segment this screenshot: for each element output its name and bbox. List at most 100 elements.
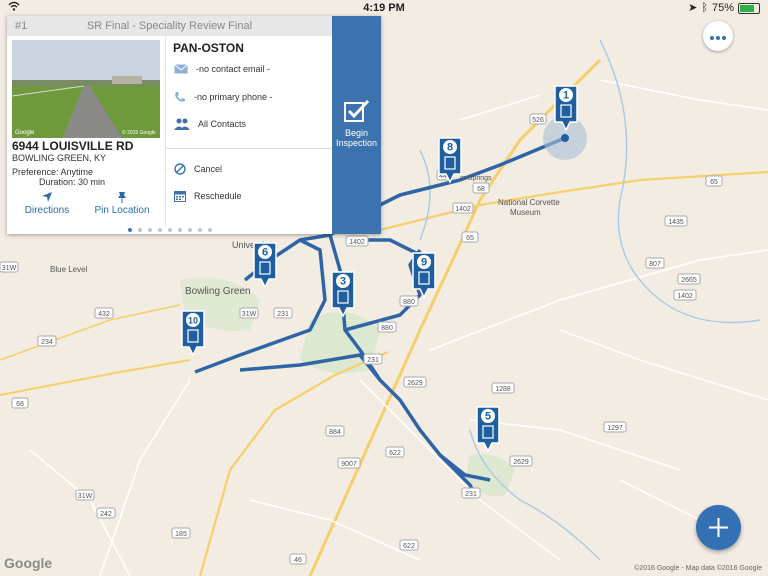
route-shield: 807: [645, 257, 665, 269]
svg-text:432: 432: [98, 311, 110, 318]
inspection-card[interactable]: #1 SR Final - Speciality Review Final Go…: [7, 16, 381, 234]
route-shield: 31W: [239, 307, 259, 319]
route-shield: 2629: [403, 376, 427, 388]
svg-text:880: 880: [381, 325, 393, 332]
page-dot[interactable]: [197, 227, 202, 232]
svg-text:242: 242: [100, 511, 112, 518]
svg-text:622: 622: [389, 450, 401, 457]
route-shield: 231: [461, 487, 481, 499]
svg-text:68: 68: [477, 186, 485, 193]
page-dot[interactable]: [207, 227, 212, 232]
svg-text:31W: 31W: [2, 265, 17, 272]
checkbox-icon: [343, 100, 369, 122]
navigation-arrow-icon: [42, 192, 52, 202]
route-shield: 46: [289, 553, 307, 565]
route-shield: 622: [385, 446, 405, 458]
svg-text:880: 880: [403, 299, 415, 306]
route-shield: 526: [529, 113, 547, 125]
directions-button[interactable]: Directions: [17, 191, 77, 216]
svg-text:31W: 31W: [78, 493, 93, 500]
route-shield: 231: [363, 353, 383, 365]
add-button[interactable]: [696, 505, 741, 550]
route-shield: 234: [37, 335, 57, 347]
plus-icon: [709, 518, 728, 537]
svg-text:2629: 2629: [513, 459, 529, 466]
svg-text:68: 68: [16, 401, 24, 408]
route-shield: 2665: [677, 273, 701, 285]
svg-text:1435: 1435: [668, 219, 684, 226]
route-shield: 31W: [0, 261, 19, 273]
route-shield: 622: [399, 539, 419, 551]
cancel-circle-icon: [174, 163, 186, 175]
marker-label: 1: [563, 90, 569, 102]
page-indicator[interactable]: [7, 226, 332, 234]
marker-label: 8: [447, 142, 453, 154]
city-state: BOWLING GREEN, KY: [12, 153, 107, 163]
svg-text:1288: 1288: [495, 386, 511, 393]
cancel-row[interactable]: Cancel: [174, 163, 222, 175]
page-dot[interactable]: [147, 227, 152, 232]
company-name: PAN-OSTON: [173, 41, 244, 55]
route-shield: 65: [705, 175, 723, 187]
route-shield: 231: [273, 307, 293, 319]
svg-text:2629: 2629: [407, 380, 423, 387]
directions-label: Directions: [24, 205, 70, 216]
svg-text:2665: 2665: [681, 277, 697, 284]
svg-text:1402: 1402: [455, 206, 471, 213]
email-row[interactable]: -no contact email -: [174, 64, 270, 74]
reschedule-row[interactable]: Reschedule: [174, 190, 242, 202]
street-view-photo[interactable]: Google © 2015 Google: [12, 40, 160, 138]
google-logo: Google: [4, 555, 53, 571]
more-options-button[interactable]: [703, 21, 733, 51]
location-arrow-icon: ➤: [688, 2, 698, 14]
battery-icon: [738, 2, 760, 14]
pushpin-icon: [118, 192, 126, 203]
svg-text:1297: 1297: [607, 425, 623, 432]
marker-label: 3: [340, 276, 346, 288]
address: 6944 LOUISVILLE RD: [12, 139, 134, 153]
all-contacts-label: All Contacts: [198, 119, 247, 129]
route-shield: 9007: [337, 457, 361, 469]
divider: [166, 148, 334, 149]
route-shield: 432: [94, 307, 114, 319]
begin-inspection-button[interactable]: Begin Inspection: [332, 16, 381, 234]
svg-text:1402: 1402: [349, 239, 365, 246]
svg-text:© 2015 Google: © 2015 Google: [122, 129, 156, 136]
route-shield: 1288: [491, 382, 515, 394]
phone-row[interactable]: -no primary phone -: [174, 91, 273, 103]
svg-text:234: 234: [41, 339, 53, 346]
route-shield: 65: [461, 231, 479, 243]
email-text: -no contact email -: [196, 64, 271, 74]
svg-text:1402: 1402: [677, 293, 693, 300]
route-shield: 68: [472, 182, 490, 194]
page-dot[interactable]: [137, 227, 142, 232]
svg-text:231: 231: [465, 491, 477, 498]
pin-location-label: Pin Location: [94, 205, 150, 216]
svg-text:231: 231: [277, 311, 289, 318]
svg-text:65: 65: [710, 179, 718, 186]
page-dot[interactable]: [157, 227, 162, 232]
all-contacts-row[interactable]: All Contacts: [174, 118, 246, 130]
card-header: #1 SR Final - Speciality Review Final: [7, 16, 332, 36]
phone-icon: [175, 92, 185, 102]
route-shield: 1297: [603, 421, 627, 433]
envelope-icon: [174, 64, 188, 74]
route-shield: 31W: [75, 489, 95, 501]
place-label: Blue Level: [50, 265, 88, 274]
svg-text:884: 884: [329, 429, 341, 436]
page-dot[interactable]: [127, 227, 132, 232]
route-shield: 1402: [452, 202, 474, 214]
current-location-dot: [561, 134, 569, 142]
route-shield: 884: [325, 425, 345, 437]
begin-label: Begin: [344, 128, 369, 138]
people-icon: [174, 118, 190, 130]
svg-text:807: 807: [649, 261, 661, 268]
page-dot[interactable]: [187, 227, 192, 232]
page-dot[interactable]: [167, 227, 172, 232]
svg-text:46: 46: [294, 557, 302, 564]
route-shield: 1435: [664, 215, 688, 227]
bluetooth-icon: ᛒ: [701, 2, 708, 14]
poi-label: National Corvette: [498, 198, 560, 207]
pin-location-button[interactable]: Pin Location: [89, 191, 155, 216]
page-dot[interactable]: [177, 227, 182, 232]
